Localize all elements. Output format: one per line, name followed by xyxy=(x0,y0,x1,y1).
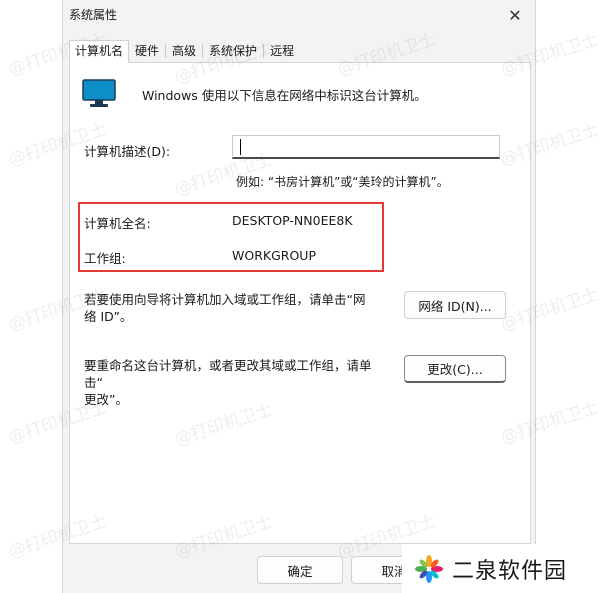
window-title: 系统属性 xyxy=(69,8,118,22)
text-caret xyxy=(240,139,241,155)
close-button[interactable]: ✕ xyxy=(501,2,529,28)
computer-monitor-icon xyxy=(82,79,116,107)
brand-overlay: 二泉软件园 xyxy=(402,544,600,593)
ok-button[interactable]: 确定 xyxy=(257,556,343,584)
tab-advanced[interactable]: 高级 xyxy=(166,40,202,62)
background-left xyxy=(0,0,62,593)
rename-help-line2: 更改”。 xyxy=(84,392,128,407)
description-label: 计算机描述(D): xyxy=(84,144,171,159)
tab-panel-computer-name: Windows 使用以下信息在网络中标识这台计算机。 计算机描述(D): 例如:… xyxy=(69,62,531,544)
tab-hardware[interactable]: 硬件 xyxy=(129,40,165,62)
screenshot-canvas: 系统属性 ✕ 计算机名 硬件 高级 系统保护 远程 Windows 使用以下信息… xyxy=(0,0,600,593)
system-properties-dialog: 系统属性 ✕ 计算机名 硬件 高级 系统保护 远程 Windows 使用以下信息… xyxy=(62,0,536,593)
tab-computer-name[interactable]: 计算机名 xyxy=(69,40,130,63)
brand-name: 二泉软件园 xyxy=(452,558,568,584)
network-id-help-line1: 若要使用向导将计算机加入域或工作组，请单击“网 xyxy=(84,292,366,307)
network-id-button[interactable]: 网络 ID(N)... xyxy=(404,291,506,319)
background-right xyxy=(536,0,600,593)
close-icon: ✕ xyxy=(508,5,522,25)
network-id-help: 若要使用向导将计算机加入域或工作组，请单击“网 络 ID”。 xyxy=(84,291,384,325)
description-input[interactable] xyxy=(232,135,500,159)
tab-remote[interactable]: 远程 xyxy=(264,40,300,62)
highlight-box xyxy=(78,202,384,272)
title-bar: 系统属性 ✕ xyxy=(63,0,537,32)
tab-bar: 计算机名 硬件 高级 系统保护 远程 xyxy=(69,40,300,63)
rename-help-line1: 要重命名这台计算机，或者更改其域或工作组，请单击“ xyxy=(84,358,372,390)
change-button[interactable]: 更改(C)... xyxy=(404,355,506,383)
intro-text: Windows 使用以下信息在网络中标识这台计算机。 xyxy=(142,88,427,103)
pinwheel-logo-icon xyxy=(415,554,443,583)
rename-help: 要重命名这台计算机，或者更改其域或工作组，请单击“ 更改”。 xyxy=(84,357,384,408)
tab-system-protection[interactable]: 系统保护 xyxy=(203,40,263,62)
network-id-help-line2: 络 ID”。 xyxy=(84,309,133,324)
description-example: 例如: “书房计算机”或“美玲的计算机”。 xyxy=(236,175,449,189)
